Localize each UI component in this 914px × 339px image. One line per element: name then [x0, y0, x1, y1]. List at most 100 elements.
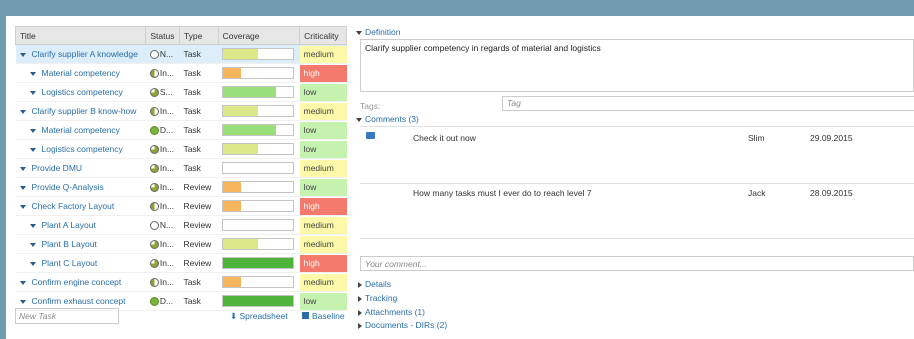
baseline-link[interactable]: Baseline — [302, 311, 345, 321]
table-row[interactable]: Material competency In... Task high — [15, 63, 347, 83]
coverage-fill — [223, 201, 241, 211]
task-title[interactable]: Logistics competency — [42, 144, 123, 154]
section-details[interactable]: Details — [358, 279, 391, 289]
expand-arrow-icon[interactable] — [19, 185, 26, 190]
type-cell: Task — [179, 82, 219, 102]
column-header-criticality[interactable]: Criticality — [299, 26, 347, 45]
definition-toggle[interactable]: Definition — [356, 27, 400, 37]
task-title[interactable]: Plant B Layout — [42, 239, 97, 249]
criticality-cell: medium — [299, 101, 347, 121]
task-title-cell[interactable]: Clarify supplier A knowledge — [15, 44, 146, 64]
task-title-cell[interactable]: Confirm engine concept — [15, 272, 146, 292]
status-cell: D... — [145, 120, 180, 140]
task-title[interactable]: Confirm engine concept — [32, 277, 122, 287]
table-row[interactable]: Plant A Layout N... Review medium — [15, 215, 347, 235]
status-text: In... — [159, 181, 175, 192]
task-title[interactable]: Provide Q-Analysis — [32, 182, 104, 192]
expand-arrow-icon[interactable] — [19, 280, 26, 285]
divider — [360, 238, 914, 239]
task-title-cell[interactable]: Material competency — [15, 120, 146, 140]
table-row[interactable]: Plant C Layout In... Review high — [15, 253, 347, 273]
table-row[interactable]: Clarify supplier A knowledge N... Task medi… — [15, 44, 347, 64]
task-title[interactable]: Clarify supplier B know-how — [32, 106, 137, 116]
status-text: D... — [159, 124, 174, 135]
task-title[interactable]: Plant A Layout — [42, 220, 96, 230]
task-title-cell[interactable]: Plant A Layout — [15, 215, 146, 235]
task-title-cell[interactable]: Plant C Layout — [15, 253, 146, 273]
expand-arrow-icon[interactable] — [29, 242, 36, 247]
task-title[interactable]: Logistics competency — [42, 87, 123, 97]
coverage-fill — [223, 277, 241, 287]
column-header-coverage[interactable]: Coverage — [217, 26, 301, 45]
column-header-title[interactable]: Title — [14, 26, 147, 45]
column-header-type[interactable]: Type — [178, 26, 219, 45]
task-title[interactable]: Material competency — [42, 125, 120, 135]
expand-arrow-icon[interactable] — [19, 166, 26, 171]
table-row[interactable]: Check Factory Layout In... Review high — [15, 196, 347, 216]
expand-arrow-icon[interactable] — [29, 261, 36, 266]
expand-arrow-icon[interactable] — [19, 52, 26, 57]
new-task-input[interactable]: New Task — [15, 308, 119, 324]
status-icon — [149, 145, 159, 155]
table-row[interactable]: Logistics competency S... Task low — [15, 82, 347, 102]
criticality-badge: medium — [299, 102, 347, 120]
comments-label: Comments (3) — [365, 114, 419, 124]
section-tracking[interactable]: Tracking — [358, 293, 397, 303]
expand-arrow-icon[interactable] — [29, 90, 36, 95]
coverage-fill — [223, 106, 259, 116]
status-icon — [149, 259, 159, 269]
table-row[interactable]: Material competency D... Task low — [15, 120, 347, 140]
expand-arrow-icon[interactable] — [29, 223, 36, 228]
status-text: In... — [159, 238, 175, 249]
task-title[interactable]: Material competency — [42, 68, 120, 78]
task-title[interactable]: Plant C Layout — [42, 258, 98, 268]
task-title-cell[interactable]: Provide Q-Analysis — [15, 177, 146, 197]
section-attachments[interactable]: Attachments (1) — [358, 307, 425, 317]
type-cell: Task — [179, 272, 219, 292]
coverage-bar — [222, 200, 295, 212]
task-title-cell[interactable]: Clarify supplier B know-how — [15, 101, 146, 121]
expand-arrow-icon[interactable] — [19, 204, 26, 209]
task-title-cell[interactable]: Material competency — [15, 63, 146, 83]
column-header-status[interactable]: Status — [145, 26, 180, 45]
expand-arrow-icon[interactable] — [19, 109, 26, 114]
table-row[interactable]: Clarify supplier B know-how In... Task medi… — [15, 101, 347, 121]
coverage-bar — [222, 276, 295, 288]
expand-arrow-icon[interactable] — [29, 147, 36, 152]
task-title-cell[interactable]: Check Factory Layout — [15, 196, 146, 216]
status-icon — [149, 69, 159, 79]
section-documents[interactable]: Documents - DIRs (2) — [358, 320, 447, 330]
task-title[interactable]: Provide DMU — [32, 163, 83, 173]
table-row[interactable]: Provide Q-Analysis In... Review low — [15, 177, 347, 197]
task-title-cell[interactable]: Logistics competency — [15, 139, 146, 159]
tag-input[interactable]: Tag — [502, 96, 914, 111]
task-title[interactable]: Clarify supplier A knowledge — [32, 49, 138, 59]
comment-input[interactable]: Your comment... — [360, 256, 914, 271]
table-row[interactable]: Provide DMU In... Task medium — [15, 158, 347, 178]
status-text: In... — [159, 105, 175, 116]
expand-arrow-icon[interactable] — [29, 71, 36, 76]
status-icon — [149, 221, 159, 231]
definition-textarea[interactable]: Clarify supplier competency in regards o… — [360, 39, 914, 92]
task-title-cell[interactable]: Logistics competency — [15, 82, 146, 102]
criticality-cell: medium — [299, 215, 347, 235]
expand-arrow-icon[interactable] — [19, 299, 26, 304]
status-cell: In... — [145, 253, 180, 273]
status-text: In... — [159, 276, 175, 287]
table-row[interactable]: Logistics competency In... Task low — [15, 139, 347, 159]
table-row[interactable]: Plant B Layout In... Review medium — [15, 234, 347, 254]
status-cell: In... — [145, 63, 180, 83]
task-title-cell[interactable]: Plant B Layout — [15, 234, 146, 254]
status-text: In... — [159, 143, 175, 154]
status-cell: D... — [145, 291, 180, 311]
coverage-bar — [222, 67, 295, 79]
expand-arrow-icon[interactable] — [29, 128, 36, 133]
task-title[interactable]: Check Factory Layout — [32, 201, 115, 211]
status-cell: N... — [145, 215, 180, 235]
task-title-cell[interactable]: Provide DMU — [15, 158, 146, 178]
spreadsheet-link[interactable]: ⬇ Spreadsheet — [230, 311, 288, 322]
coverage-bar — [222, 295, 295, 307]
task-title[interactable]: Confirm exhaust concept — [32, 296, 126, 306]
table-row[interactable]: Confirm engine concept In... Task medium — [15, 272, 347, 292]
comments-toggle[interactable]: Comments (3) — [356, 114, 419, 124]
